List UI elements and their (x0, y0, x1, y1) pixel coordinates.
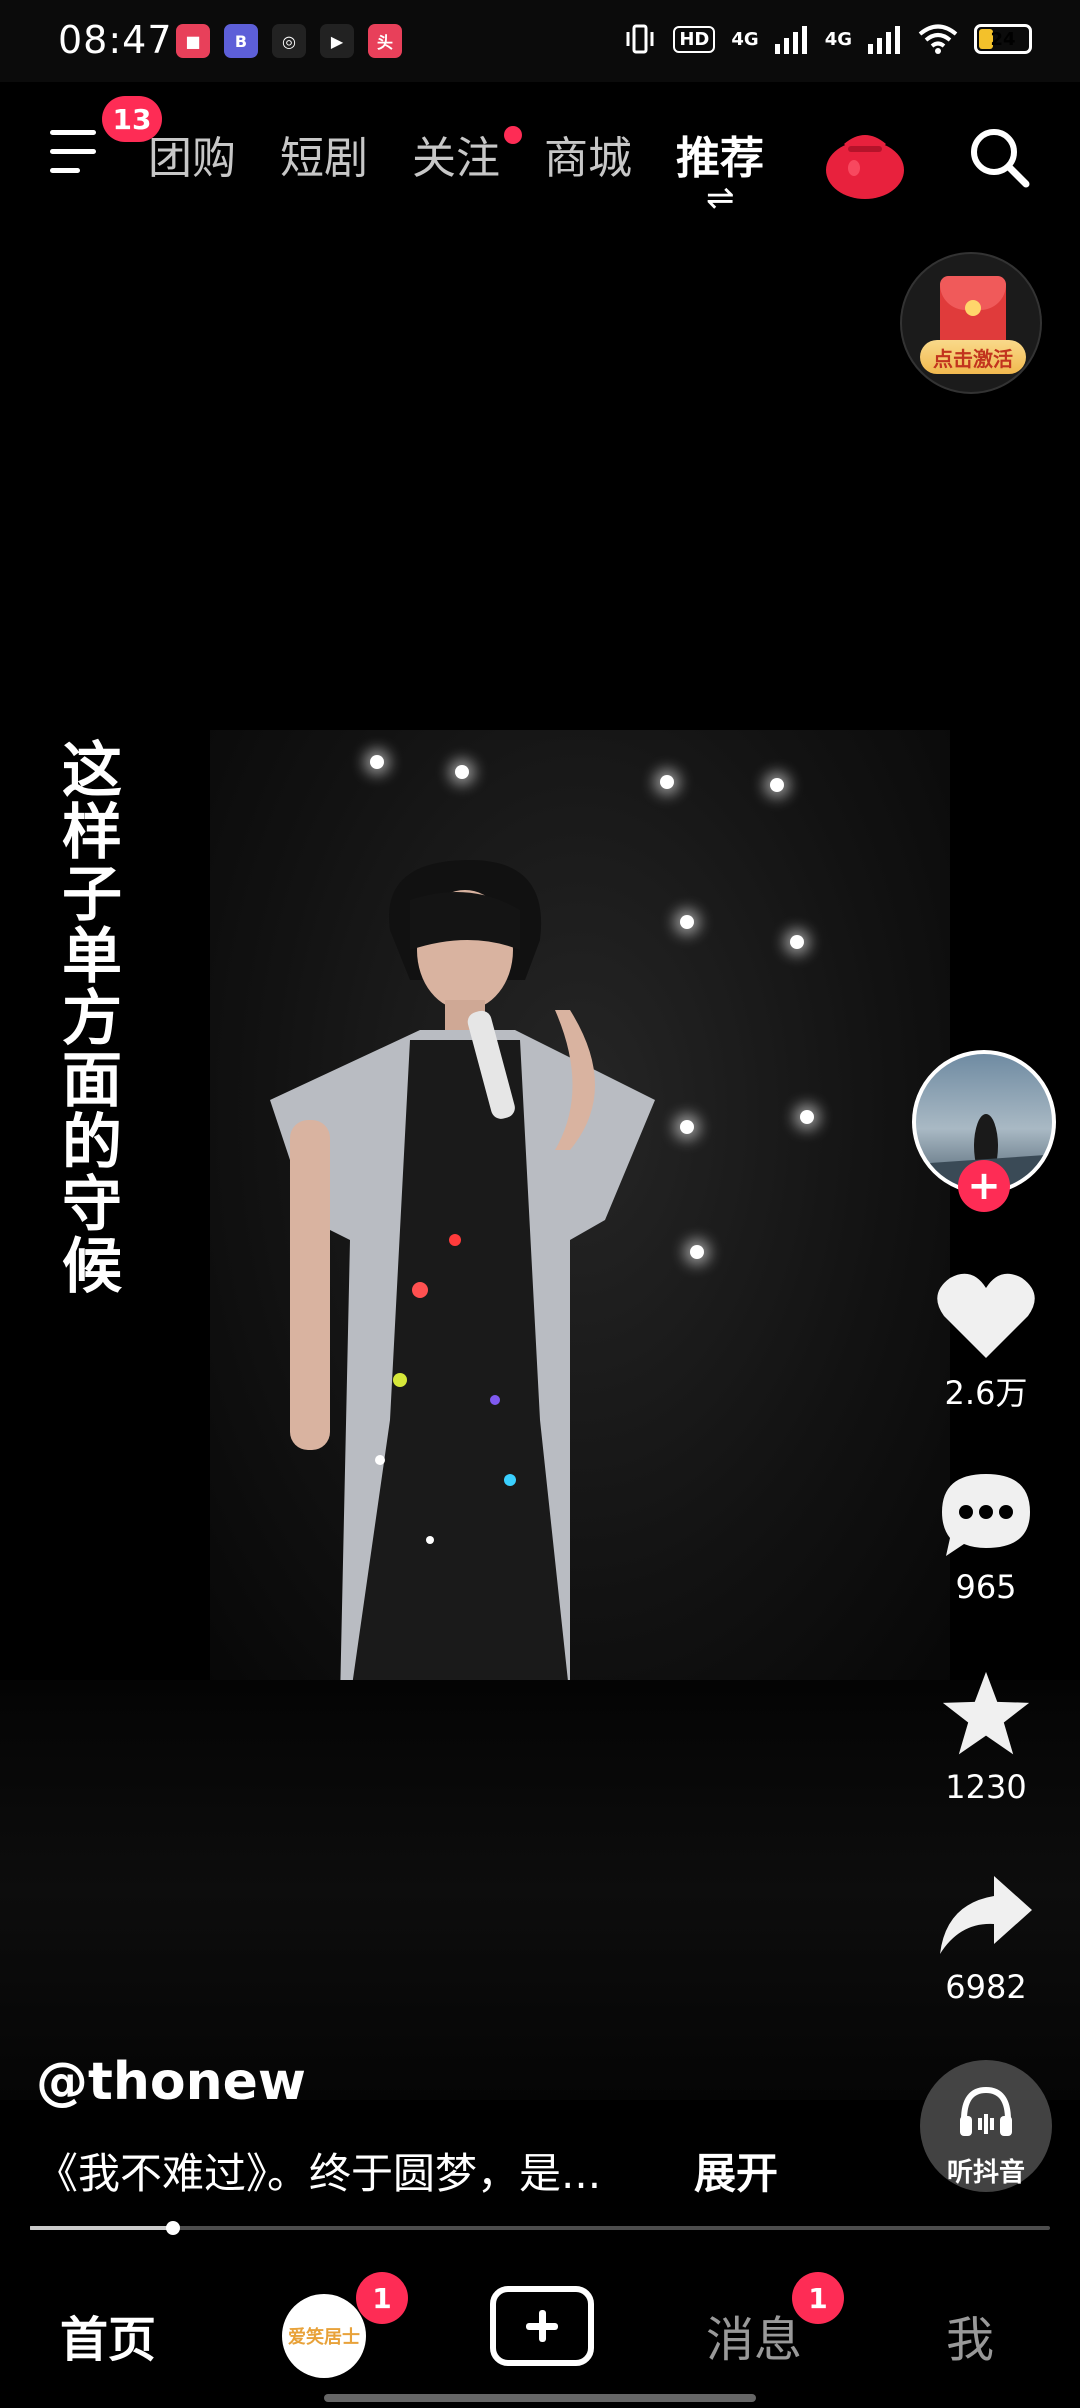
listen-label: 听抖音 (946, 2158, 1025, 2188)
stage-light (800, 1110, 814, 1124)
listen-douyin-button[interactable]: 听抖音 (920, 2060, 1052, 2192)
stage-light (690, 1245, 704, 1259)
red-packet-widget[interactable]: 点击激活 (900, 252, 1042, 394)
like-button[interactable]: 2.6万 (910, 1270, 1062, 1414)
app-notification-icon-2: B (224, 24, 258, 58)
network-4g-label-1: 4G (731, 28, 759, 50)
stage-light (680, 1120, 694, 1134)
menu-badge: 13 (102, 96, 162, 142)
progress-knob[interactable] (165, 2221, 180, 2235)
share-button[interactable]: 6982 (910, 1870, 1062, 2006)
star-icon (942, 1671, 1030, 1755)
notification-icons: ■ B ◎ ▶ 头 (176, 24, 402, 58)
stage-light (455, 765, 469, 779)
progress-fill (30, 2226, 173, 2230)
follow-button[interactable]: + (958, 1160, 1010, 1212)
app-notification-icon-3: ◎ (272, 24, 306, 58)
video-description: 《我不难过》。终于圆梦，是... (36, 2149, 602, 2198)
tab-label: 推荐 (676, 133, 764, 184)
comment-count: 965 (955, 1568, 1017, 1606)
network-4g-label-2: 4G (824, 28, 852, 50)
friends-badge: 1 (356, 2272, 408, 2324)
menu-button[interactable] (50, 130, 104, 176)
tab-label: 商城 (544, 133, 632, 184)
battery-icon: 24 (974, 24, 1032, 54)
top-nav: 团购 短剧 关注 商城 推荐 ⇌ (0, 100, 1080, 218)
lyric-overlay: 这样子单方面的守候 (62, 736, 122, 1302)
tab-0[interactable]: 团购 (148, 122, 236, 186)
tab-label: 团购 (148, 133, 236, 184)
like-count: 2.6万 (944, 1374, 1028, 1412)
nav-messages[interactable]: 消息 (706, 2300, 802, 2370)
author-name[interactable]: @thonew (36, 2052, 306, 2112)
home-indicator (324, 2394, 756, 2402)
share-count: 6982 (945, 1968, 1027, 2006)
stage-light (770, 778, 784, 792)
tab-4[interactable]: 推荐 (676, 122, 764, 186)
app-notification-icon-5: 头 (368, 24, 402, 58)
create-button[interactable] (490, 2286, 594, 2366)
nav-home[interactable]: 首页 (60, 2300, 156, 2370)
heart-icon (937, 1273, 1035, 1358)
stage-light (660, 775, 674, 789)
wifi-icon (918, 24, 958, 54)
tab-label: 短剧 (280, 133, 368, 184)
comment-button[interactable]: 965 (910, 1470, 1062, 1606)
tab-dot (504, 126, 522, 144)
vibrate-icon (626, 24, 654, 54)
messages-badge: 1 (792, 2272, 844, 2324)
share-icon (940, 1876, 1032, 1954)
headphones-icon (960, 2086, 1012, 2136)
signal-icon-2 (868, 26, 900, 54)
signal-icon-1 (774, 26, 807, 54)
red-packet-label: 点击激活 (920, 340, 1026, 374)
bottom-nav: 首页 爱笑居士 1 消息 1 我 (0, 2238, 1080, 2408)
top-tabs: 团购 短剧 关注 商城 推荐 (148, 122, 764, 186)
nav-friends-avatar[interactable]: 爱笑居士 (282, 2294, 366, 2378)
favorite-button[interactable]: 1230 (910, 1670, 1062, 1806)
money-bag-icon[interactable] (824, 120, 906, 200)
system-icons: HD 4G 4G 24 (623, 22, 1032, 56)
video-progress[interactable] (30, 2221, 1050, 2235)
stage-light (680, 915, 694, 929)
hd-voice-icon: HD (673, 25, 716, 53)
nav-me[interactable]: 我 (946, 2300, 994, 2370)
expand-button[interactable]: 展开 (694, 2140, 778, 2201)
app-notification-icon-1: ■ (176, 24, 210, 58)
favorite-count: 1230 (945, 1768, 1027, 1806)
search-icon[interactable] (964, 122, 1034, 192)
tab-label: 关注 (412, 133, 500, 184)
app-notification-icon-4: ▶ (320, 24, 354, 58)
status-bar: 08:47 ■ B ◎ ▶ 头 HD 4G 4G 24 (0, 0, 1080, 82)
stage-light (370, 755, 384, 769)
tab-2[interactable]: 关注 (412, 122, 522, 186)
singer-figure (270, 860, 655, 1700)
status-time: 08:47 (58, 18, 173, 62)
comment-icon (942, 1474, 1030, 1556)
stage-light (790, 935, 804, 949)
tab-1[interactable]: 短剧 (280, 122, 368, 186)
swap-icon[interactable]: ⇌ (706, 178, 735, 218)
battery-level: 24 (990, 28, 1016, 50)
tab-3[interactable]: 商城 (544, 122, 632, 186)
